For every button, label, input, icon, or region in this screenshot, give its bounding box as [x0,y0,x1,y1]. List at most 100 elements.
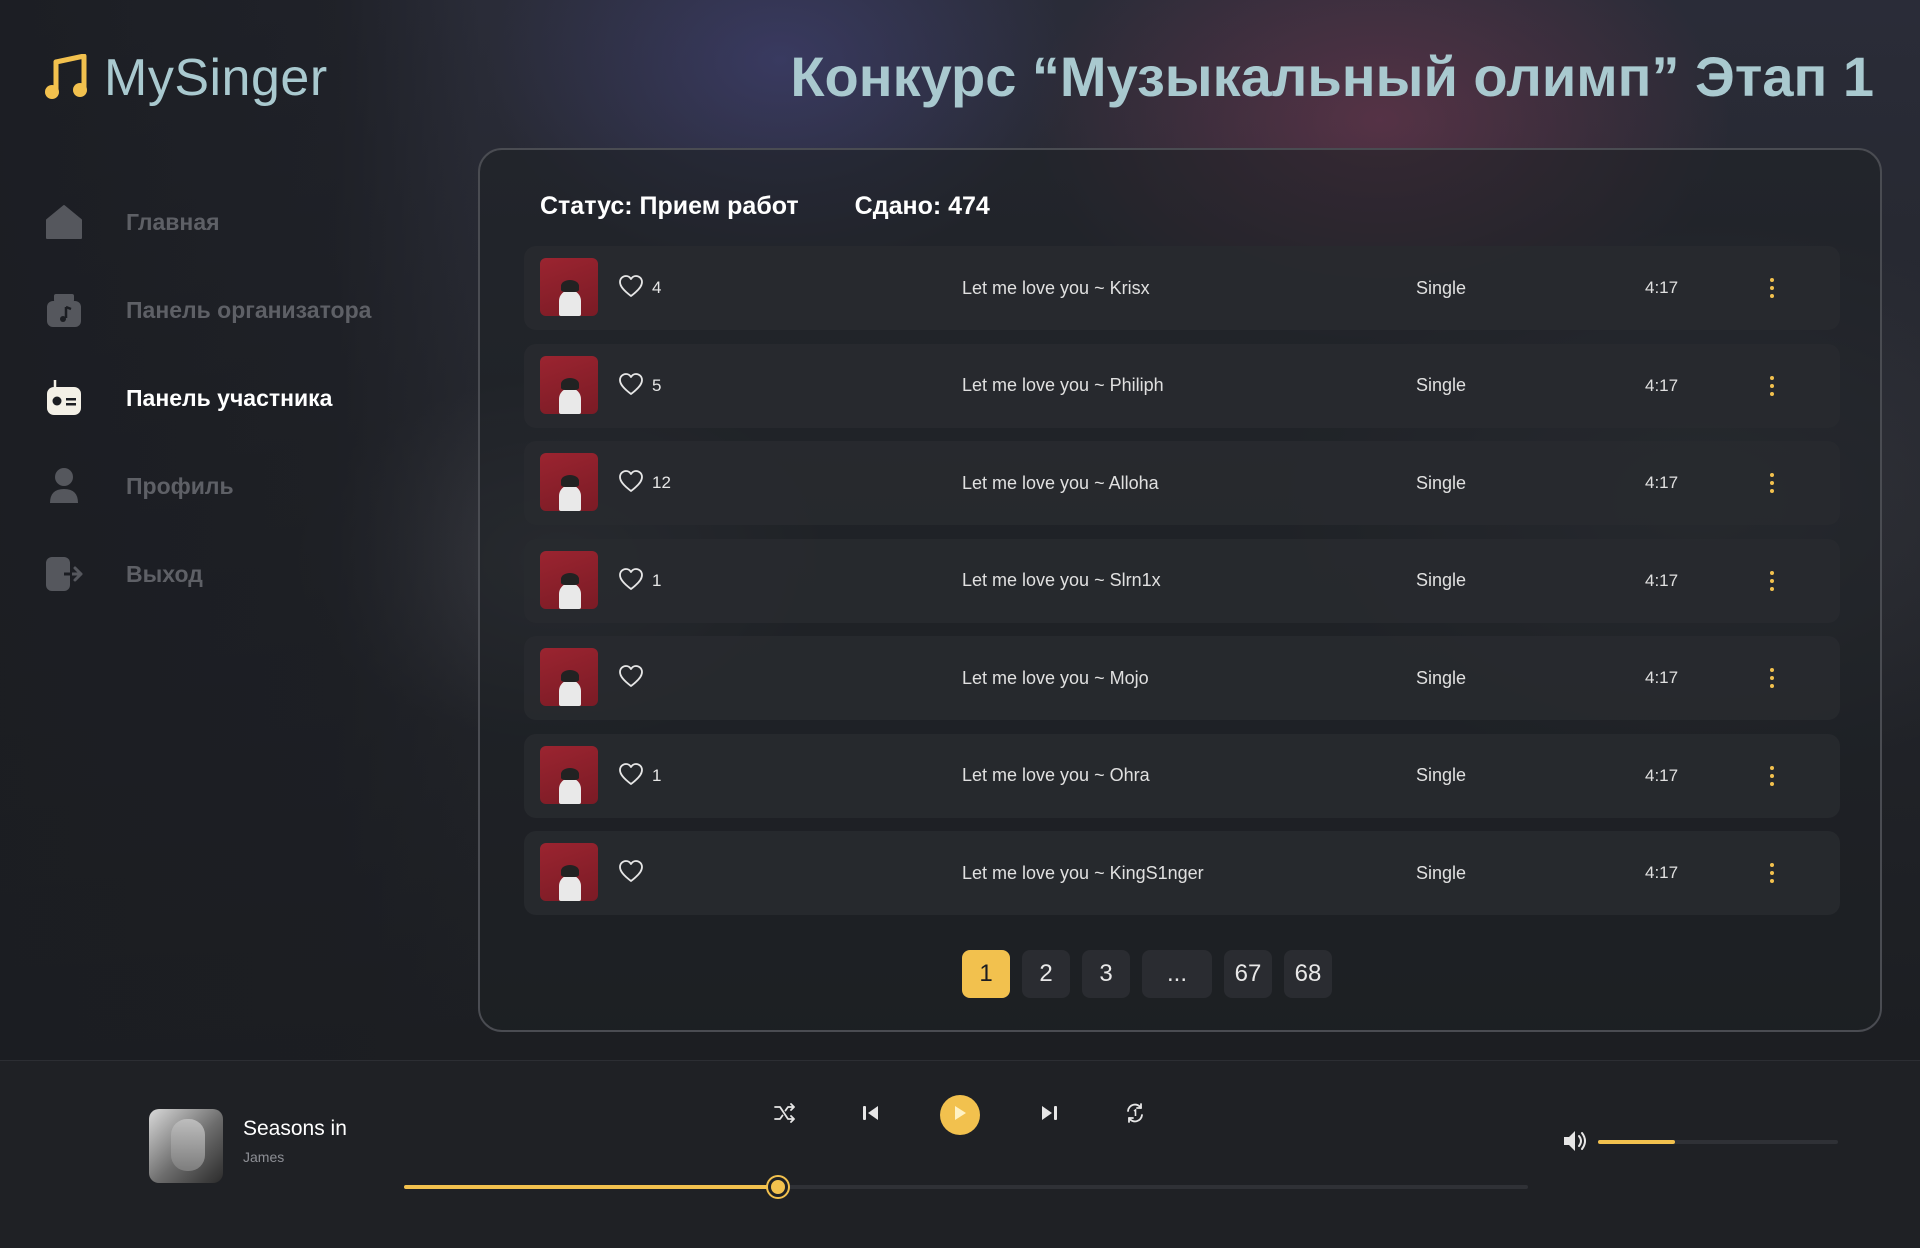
submissions-panel: Статус: Прием работ Сдано: 474 4 Let me … [478,148,1882,1032]
page-title: Конкурс “Музыкальный олимп” Этап 1 [790,45,1874,108]
like-button[interactable]: 5 [618,372,661,400]
more-dots-icon [1770,278,1774,282]
sidebar-item-label: Выход [126,560,203,587]
page-button[interactable]: 68 [1284,950,1332,998]
page-button[interactable]: 67 [1224,950,1272,998]
heart-icon [618,859,644,887]
more-options-button[interactable] [1764,758,1780,794]
like-count: 5 [652,375,662,395]
track-cover[interactable] [540,745,598,804]
heart-icon [618,567,644,595]
page-ellipsis[interactable]: ... [1142,950,1212,998]
table-row[interactable]: 12 Let me love you ~ Alloha Single 4:17 [524,441,1840,525]
repeat-button[interactable] [1118,1098,1152,1132]
table-row[interactable]: 4 Let me love you ~ Krisx Single 4:17 [524,246,1840,330]
play-button[interactable] [940,1095,980,1135]
heart-icon [618,664,644,692]
table-row[interactable]: 5 Let me love you ~ Philiph Single 4:17 [524,343,1840,428]
track-cover[interactable] [540,550,598,609]
more-dots-icon [1770,781,1774,786]
more-options-button[interactable] [1764,660,1780,696]
table-row[interactable]: 1 Let me love you ~ Ohra Single 4:17 [524,733,1840,818]
like-button[interactable]: 4 [618,274,661,302]
organizer-icon [44,290,84,330]
previous-button[interactable] [854,1098,888,1132]
like-button[interactable]: 1 [618,567,661,595]
table-row[interactable]: 1 Let me love you ~ Slrn1x Single 4:17 [524,538,1840,623]
track-title: Let me love you ~ Krisx [962,277,1150,298]
home-icon [44,202,84,242]
like-button[interactable]: 12 [618,469,671,497]
track-title: Let me love you ~ Ohra [962,765,1150,785]
more-dots-icon [1770,863,1774,867]
like-button[interactable] [618,664,652,692]
play-icon [953,1105,967,1125]
track-title: Let me love you ~ Mojo [962,667,1149,688]
more-dots-icon [1770,383,1774,388]
more-options-button[interactable] [1764,563,1780,599]
page-button[interactable]: 3 [1082,950,1130,998]
like-count: 1 [652,570,662,590]
track-cover[interactable] [540,355,598,414]
sidebar-item-profile[interactable]: Профиль [44,442,424,530]
more-options-button[interactable] [1764,465,1780,501]
volume-slider[interactable] [1598,1140,1838,1144]
like-count: 4 [652,278,662,297]
track-type: Single [1416,862,1467,883]
sidebar-item-participant[interactable]: Панель участника [44,354,424,442]
like-count: 12 [652,473,671,492]
more-dots-icon [1770,684,1774,688]
more-dots-icon [1770,570,1774,575]
more-dots-icon [1770,879,1774,883]
track-type: Single [1416,472,1467,493]
table-row[interactable]: Let me love you ~ Mojo Single 4:17 [524,636,1840,720]
track-cover[interactable] [540,258,598,316]
track-duration: 4:17 [1645,765,1679,785]
like-button[interactable]: 1 [618,762,661,790]
app-name: MySinger [104,49,328,107]
sidebar-nav: Главная Панель организатора Панель участ… [44,178,424,618]
app-logo[interactable]: MySinger [44,48,328,108]
shuffle-button[interactable] [768,1098,802,1132]
sidebar-item-label: Главная [126,208,220,235]
more-dots-icon [1770,773,1774,778]
pagination: 1 2 3... 67 68 [962,950,1332,998]
track-progress-bar[interactable] [404,1177,1528,1197]
track-duration: 4:17 [1645,863,1679,882]
track-cover[interactable] [540,648,598,706]
track-cover[interactable] [540,843,598,901]
volume-icon [1561,1131,1589,1158]
page-button[interactable]: 2 [1022,950,1070,998]
heart-icon [618,762,644,790]
track-title: Let me love you ~ Alloha [962,472,1159,493]
track-duration: 4:17 [1645,668,1679,687]
more-options-button[interactable] [1764,855,1780,891]
more-options-button[interactable] [1764,270,1780,306]
page-button[interactable]: 1 [962,950,1010,998]
music-note-icon [44,54,90,102]
more-dots-icon [1770,578,1774,583]
more-dots-icon [1770,286,1774,290]
status-bar: Статус: Прием работ Сдано: 474 [540,192,990,221]
more-dots-icon [1770,871,1774,875]
more-dots-icon [1770,765,1774,770]
track-progress-handle[interactable] [768,1177,789,1197]
sidebar-item-home[interactable]: Главная [44,178,424,266]
previous-icon [861,1104,881,1126]
more-options-button[interactable] [1764,368,1780,404]
now-playing-title: Seasons in [243,1117,347,1140]
player-controls [768,1095,1152,1135]
like-button[interactable] [618,859,652,887]
next-button[interactable] [1032,1098,1066,1132]
now-playing-cover[interactable] [149,1109,223,1183]
volume-button[interactable] [1561,1128,1589,1158]
track-type: Single [1416,570,1467,590]
sidebar-item-organizer[interactable]: Панель организатора [44,266,424,354]
table-row[interactable]: Let me love you ~ KingS1nger Single 4:17 [524,831,1840,915]
next-icon [1039,1104,1059,1126]
track-cover[interactable] [540,453,598,511]
sidebar-item-logout[interactable]: Выход [44,530,424,618]
sidebar-item-label: Профиль [126,472,234,499]
now-playing-artist: James [243,1149,285,1165]
track-duration: 4:17 [1645,570,1679,590]
